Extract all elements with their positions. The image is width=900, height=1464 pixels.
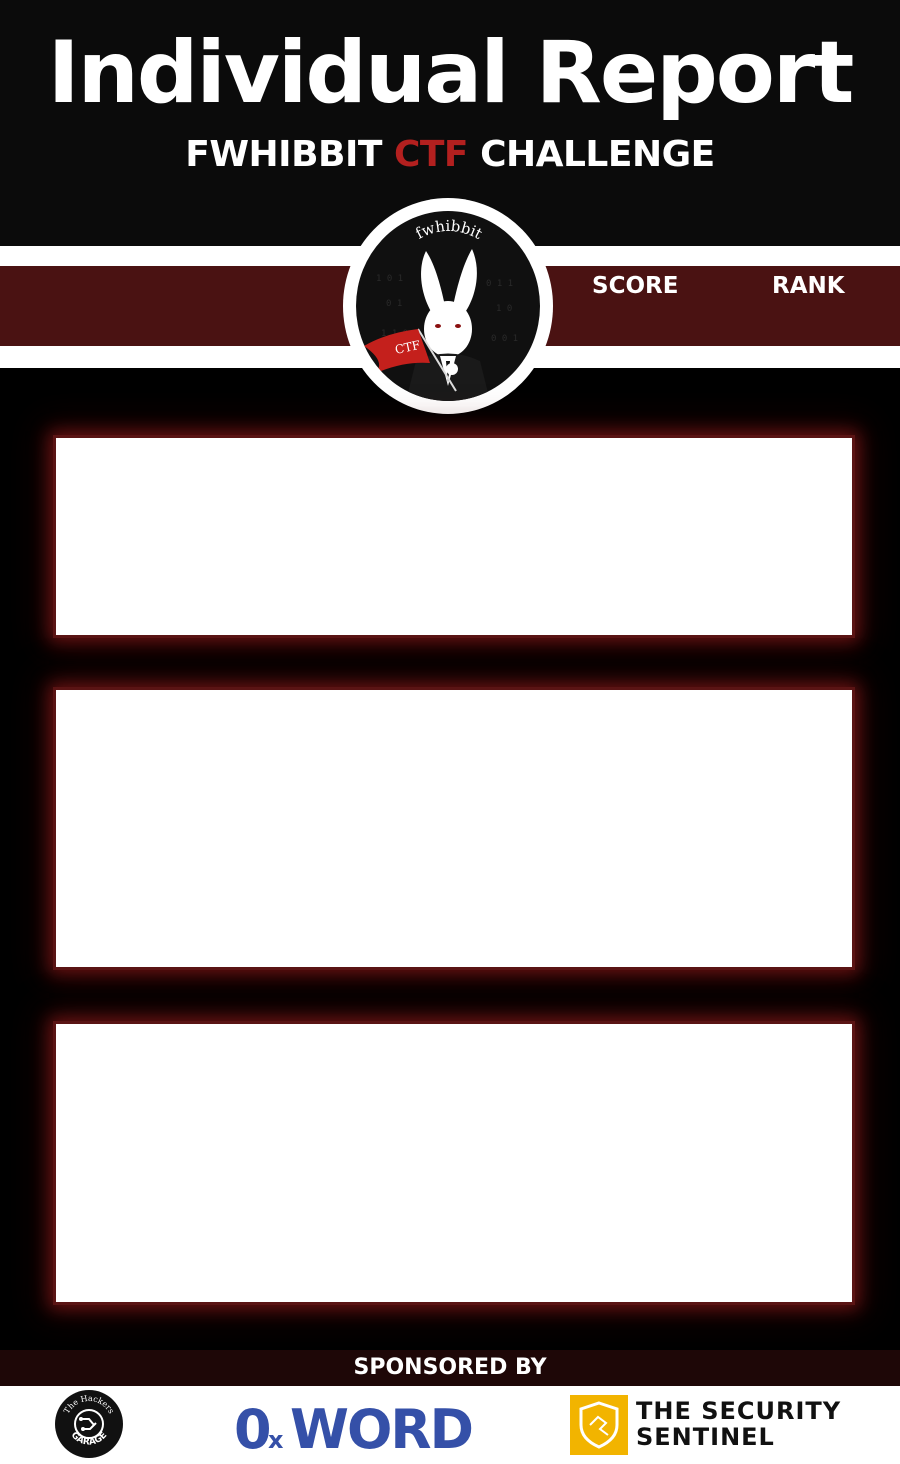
shield-icon — [570, 1395, 628, 1455]
svg-text:0 1: 0 1 — [386, 299, 402, 309]
oxword-wordmark: 0 x WORD — [234, 1398, 474, 1461]
sentinel-line-2: SENTINEL — [636, 1423, 775, 1451]
hackers-garage-icon: The Hackers GARAGE — [55, 1390, 123, 1458]
subtitle-fwhibbit: FWHIBBIT — [185, 134, 382, 175]
logo-arc-text: fwhibbit — [412, 217, 485, 243]
svg-text:x: x — [268, 1426, 284, 1454]
rabbit-icon: 1 0 10 1 0 1 11 0 1 1 00 0 1 fwhibbit CT… — [364, 217, 518, 401]
svg-text:1 0 1: 1 0 1 — [376, 274, 403, 284]
subtitle-ctf: CTF — [393, 134, 469, 175]
svg-text:1 0: 1 0 — [496, 304, 512, 314]
page-title: Individual Report — [47, 23, 855, 123]
svg-text:0 0 1: 0 0 1 — [491, 334, 518, 344]
hackers-garage-logo: The Hackers GARAGE — [54, 1389, 124, 1459]
page-subtitle: FWHIBBIT CTF CHALLENGE — [0, 130, 900, 180]
report-card-1 — [53, 435, 855, 638]
svg-text:0: 0 — [234, 1398, 271, 1454]
rank-label: RANK — [772, 273, 845, 299]
subtitle-challenge: CHALLENGE — [480, 134, 715, 175]
sponsored-by-label: SPONSORED BY — [353, 1355, 547, 1380]
score-label: SCORE — [592, 273, 679, 299]
report-page: Individual Report FWHIBBIT CTF CHALLENGE… — [0, 0, 900, 1464]
oxword-logo: 0 x WORD — [234, 1396, 474, 1461]
sentinel-line-1: THE SECURITY — [636, 1397, 842, 1425]
security-sentinel-logo-text: THE SECURITY SENTINEL — [636, 1398, 841, 1450]
report-card-2 — [53, 687, 855, 970]
svg-text:0 1 1: 0 1 1 — [486, 279, 513, 289]
fwhibbit-logo: 1 0 10 1 0 1 11 0 1 1 00 0 1 fwhibbit CT… — [356, 211, 540, 401]
report-card-3 — [53, 1021, 855, 1305]
svg-text:WORD: WORD — [290, 1398, 472, 1454]
